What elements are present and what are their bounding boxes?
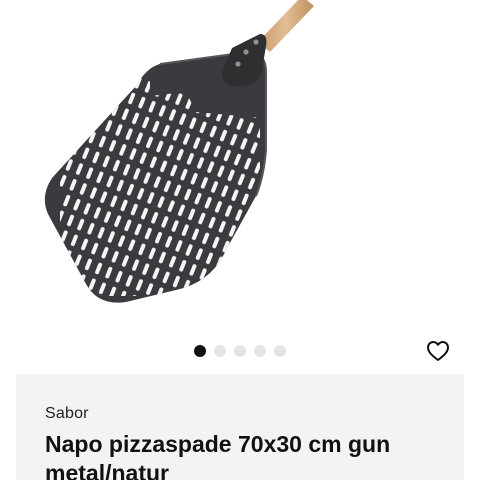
product-info-card: Sabor Napo pizzaspade 70x30 cm gun metal… bbox=[16, 374, 464, 480]
pizza-peel-illustration bbox=[44, 0, 314, 303]
product-title: Napo pizzaspade 70x30 cm gun metal/natur bbox=[45, 431, 391, 480]
carousel-dot-4[interactable] bbox=[254, 345, 266, 357]
wishlist-button[interactable] bbox=[424, 337, 452, 365]
image-carousel-dots bbox=[194, 344, 286, 358]
carousel-dot-5[interactable] bbox=[274, 345, 286, 357]
carousel-dot-2[interactable] bbox=[214, 345, 226, 357]
heart-outline-icon bbox=[427, 341, 449, 361]
product-detail-screen: Sabor Napo pizzaspade 70x30 cm gun metal… bbox=[0, 0, 480, 480]
carousel-dot-1[interactable] bbox=[194, 345, 206, 357]
carousel-dot-3[interactable] bbox=[234, 345, 246, 357]
brand-name[interactable]: Sabor bbox=[45, 405, 89, 423]
product-image[interactable] bbox=[0, 0, 480, 330]
